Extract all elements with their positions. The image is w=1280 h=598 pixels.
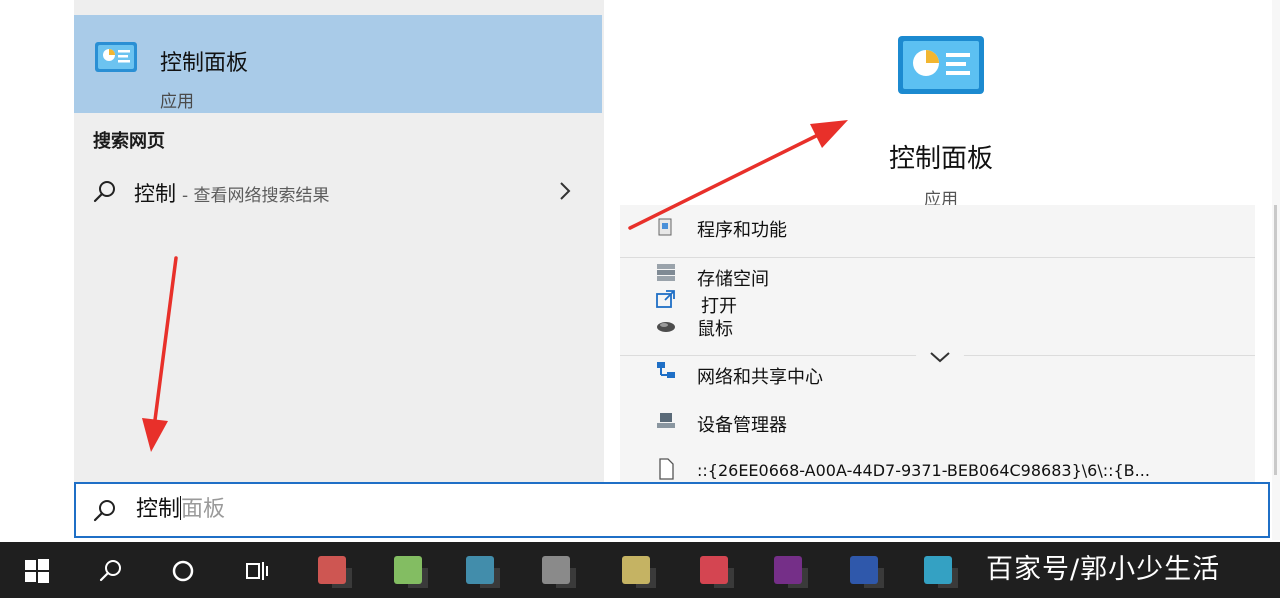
- storage-icon: [657, 264, 675, 281]
- open-icon: [656, 290, 675, 308]
- windows-start-icon: [25, 559, 49, 583]
- task-view-icon: [246, 562, 268, 580]
- file-icon: [659, 458, 674, 480]
- search-input[interactable]: 控制面板: [136, 496, 225, 524]
- taskbar-app[interactable]: [536, 548, 576, 592]
- action-mouse[interactable]: 鼠标: [620, 311, 1255, 340]
- search-typed-text: 控制: [136, 497, 181, 522]
- taskbar-app[interactable]: [918, 548, 958, 592]
- expand-button[interactable]: [916, 337, 964, 377]
- action-label: 鼠标: [697, 319, 733, 340]
- search-autocomplete: 面板: [181, 497, 226, 522]
- taskbar-app[interactable]: [312, 548, 352, 592]
- best-match-subtitle: 应用: [160, 92, 194, 112]
- chevron-down-icon: [930, 352, 950, 363]
- app-detail-panel: 控制面板 应用 程序和功能 存储空间 打开 鼠标 网络和共享中心 设备管理器:…: [620, 0, 1272, 482]
- action-shell-link[interactable]: ::{26EE0668-A00A-44D7-9371-BEB064C98683}…: [620, 455, 1255, 485]
- search-icon: [93, 500, 115, 522]
- action-label: 网络和共享中心: [697, 367, 823, 388]
- desktop-background: [0, 0, 74, 540]
- action-open[interactable]: 打开: [620, 287, 1255, 317]
- taskbar-search-button[interactable]: [74, 542, 146, 598]
- search-box[interactable]: 控制面板: [74, 482, 1270, 538]
- web-search-result[interactable]: 控制 - 查看网络搜索结果: [74, 165, 602, 217]
- divider: [620, 257, 1255, 258]
- cortana-button[interactable]: [146, 542, 218, 598]
- taskbar-app[interactable]: [768, 548, 808, 592]
- detail-app-title: 控制面板: [888, 144, 993, 174]
- search-results-panel: 控制面板 应用 搜索网页 控制 - 查看网络搜索结果: [74, 0, 604, 482]
- best-match-title: 控制面板: [160, 51, 249, 76]
- action-label: 设备管理器: [697, 415, 787, 436]
- taskbar-app[interactable]: [616, 548, 656, 592]
- device-manager-icon: [657, 413, 675, 428]
- action-device-manager[interactable]: 设备管理器: [620, 405, 1255, 445]
- control-panel-icon: [95, 42, 137, 72]
- mouse-icon: [657, 322, 675, 332]
- task-view-button[interactable]: [220, 542, 292, 598]
- action-storage-spaces[interactable]: 存储空间: [620, 261, 1255, 290]
- chevron-right-icon: [560, 182, 571, 200]
- web-section-heading: 搜索网页: [93, 131, 165, 152]
- taskbar-app[interactable]: [844, 548, 884, 592]
- search-icon: [99, 560, 121, 582]
- network-icon: [657, 362, 675, 378]
- scrollbar-thumb[interactable]: [1274, 205, 1277, 475]
- action-label: ::{26EE0668-A00A-44D7-9371-BEB064C98683}…: [697, 461, 1150, 480]
- cortana-icon: [172, 560, 194, 582]
- search-icon: [93, 181, 115, 203]
- programs-icon: [658, 218, 672, 236]
- watermark-text: 百家号/郭小少生活: [986, 554, 1221, 585]
- action-label: 程序和功能: [697, 220, 787, 241]
- action-programs-and-features[interactable]: 程序和功能: [620, 205, 1255, 255]
- taskbar-app[interactable]: [388, 548, 428, 592]
- taskbar: 百家号/郭小少生活: [0, 542, 1280, 598]
- taskbar-app[interactable]: [694, 548, 734, 592]
- best-match-control-panel[interactable]: 控制面板 应用: [74, 15, 602, 113]
- control-panel-large-icon: [898, 36, 984, 94]
- start-button[interactable]: [0, 542, 72, 598]
- web-search-term: 控制: [134, 182, 176, 206]
- taskbar-app[interactable]: [460, 548, 500, 592]
- web-search-description: - 查看网络搜索结果: [182, 186, 330, 206]
